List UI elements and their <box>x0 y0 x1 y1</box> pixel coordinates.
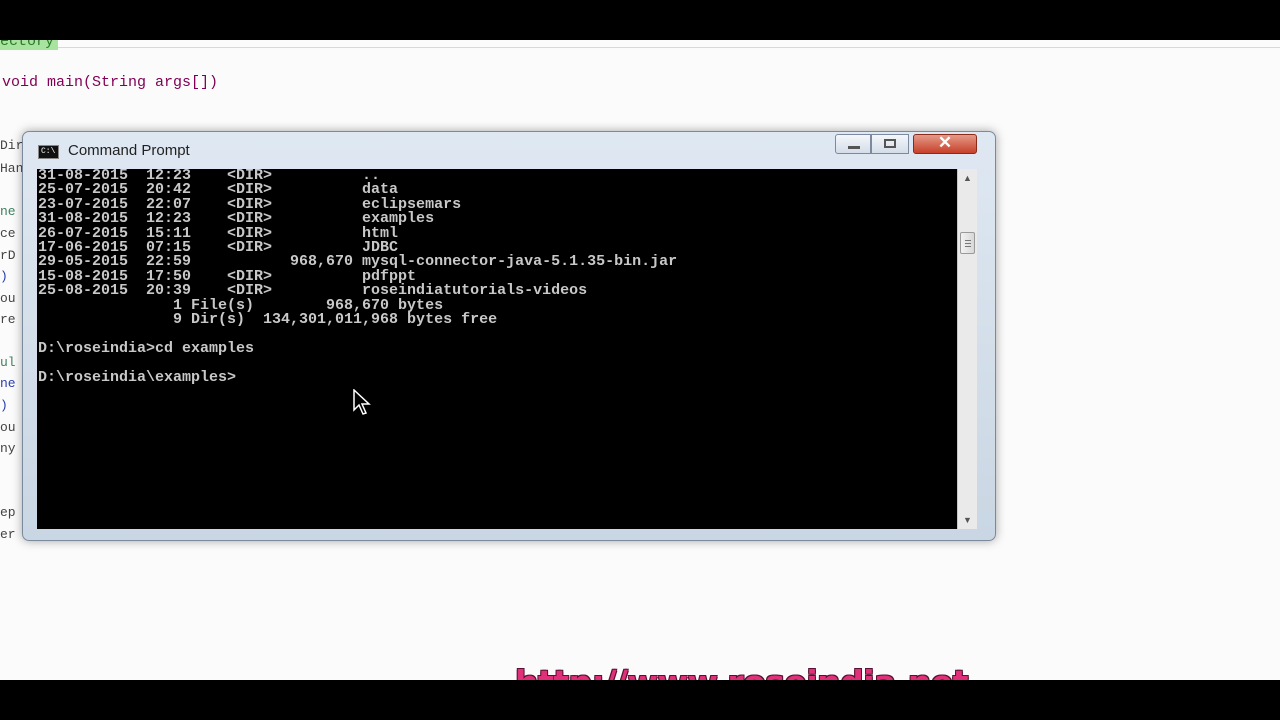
command-prompt-window[interactable]: C:\ Command Prompt ✕ 31-08-2015 12:23 <D… <box>22 131 996 541</box>
highlighted-code-line: ectory <box>0 40 59 50</box>
main-method-signature: void main(String args[]) <box>2 74 219 91</box>
command-prompt-icon: C:\ <box>38 145 59 159</box>
window-title: Command Prompt <box>68 142 190 159</box>
code-fragment: ) <box>0 269 8 284</box>
close-icon: ✕ <box>937 133 953 152</box>
code-fragment: Dir <box>0 138 24 153</box>
watermark-url: http://www.roseindia.net <box>515 663 969 680</box>
editor-divider <box>0 47 1280 48</box>
thumb-grip <box>965 243 971 244</box>
code-fragment: er <box>0 527 16 542</box>
code-fragment: ) <box>0 398 8 413</box>
console-text: 31-08-2015 12:23 <DIR> .. 25-07-2015 20:… <box>38 169 678 386</box>
video-letterbox-bottom <box>0 680 1280 720</box>
code-fragment: ce <box>0 226 16 241</box>
vertical-scrollbar[interactable]: ▲ ▼ <box>957 169 977 529</box>
thumb-grip <box>965 240 971 241</box>
minimize-button[interactable] <box>835 134 871 154</box>
code-fragment: ne <box>0 376 16 391</box>
video-letterbox-top <box>0 0 1280 40</box>
maximize-button[interactable] <box>871 134 909 154</box>
code-fragment: rD <box>0 248 16 263</box>
thumb-grip <box>965 246 971 247</box>
maximize-icon <box>884 139 896 148</box>
scroll-down-arrow-icon[interactable]: ▼ <box>958 511 977 529</box>
code-fragment: ou <box>0 420 16 435</box>
scrollbar-thumb[interactable] <box>960 232 975 254</box>
code-fragment: Han <box>0 161 24 176</box>
code-fragment: ny <box>0 441 16 456</box>
window-titlebar[interactable]: C:\ Command Prompt ✕ <box>23 132 995 168</box>
code-fragment: ul <box>0 355 16 370</box>
console-output-area[interactable]: 31-08-2015 12:23 <DIR> .. 25-07-2015 20:… <box>37 169 957 529</box>
scroll-up-arrow-icon[interactable]: ▲ <box>958 169 977 187</box>
minimize-icon <box>848 146 860 149</box>
code-fragment: ep <box>0 505 16 520</box>
code-fragment: ne <box>0 204 16 219</box>
close-button[interactable]: ✕ <box>913 133 977 154</box>
code-fragment: re <box>0 312 16 327</box>
mouse-pointer-icon <box>353 389 371 415</box>
code-fragment: ou <box>0 291 16 306</box>
